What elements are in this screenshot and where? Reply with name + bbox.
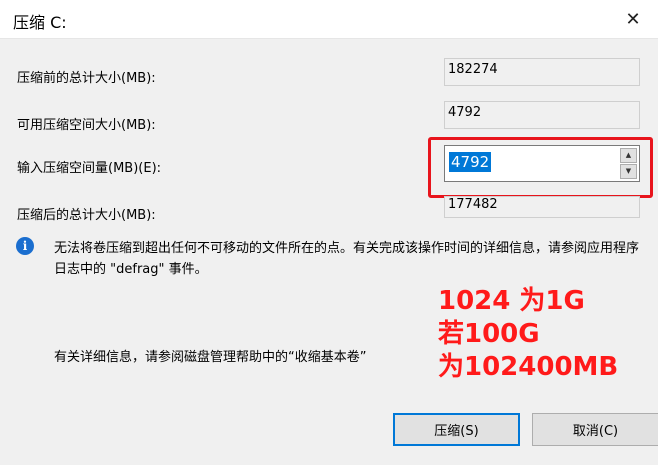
- highlight-frame: [428, 137, 653, 198]
- total-after-value: 177482: [444, 196, 640, 218]
- total-before-label: 压缩前的总计大小(MB):: [17, 71, 156, 86]
- available-space-value: 4792: [444, 101, 640, 129]
- annotation-line-1: 1024 为1G: [438, 286, 585, 316]
- shrink-dialog: 压缩 C: ✕ 压缩前的总计大小(MB): 182274 可用压缩空间大小(MB…: [0, 0, 658, 465]
- info-icon: i: [16, 237, 34, 255]
- close-button[interactable]: ✕: [618, 6, 648, 32]
- title-bar: 压缩 C: ✕: [0, 0, 658, 39]
- close-icon: ✕: [625, 8, 641, 30]
- total-after-label: 压缩后的总计大小(MB):: [17, 208, 156, 223]
- shrink-button[interactable]: 压缩(S): [393, 413, 520, 446]
- total-before-value: 182274: [444, 58, 640, 86]
- annotation-line-2: 若100G: [438, 319, 540, 349]
- shrink-amount-label: 输入压缩空间量(MB)(E):: [17, 161, 162, 176]
- red-annotation: 1024 为1G 若100G 为102400MB: [438, 285, 618, 384]
- info-message: 无法将卷压缩到超出任何不可移动的文件所在的点。有关完成该操作时间的详细信息，请参…: [54, 241, 640, 277]
- annotation-line-3: 为102400MB: [438, 352, 619, 382]
- dialog-title: 压缩 C:: [13, 13, 67, 32]
- available-space-label: 可用压缩空间大小(MB):: [17, 118, 156, 133]
- help-note: 有关详细信息，请参阅磁盘管理帮助中的“收缩基本卷”: [54, 350, 367, 365]
- cancel-button[interactable]: 取消(C): [532, 413, 658, 446]
